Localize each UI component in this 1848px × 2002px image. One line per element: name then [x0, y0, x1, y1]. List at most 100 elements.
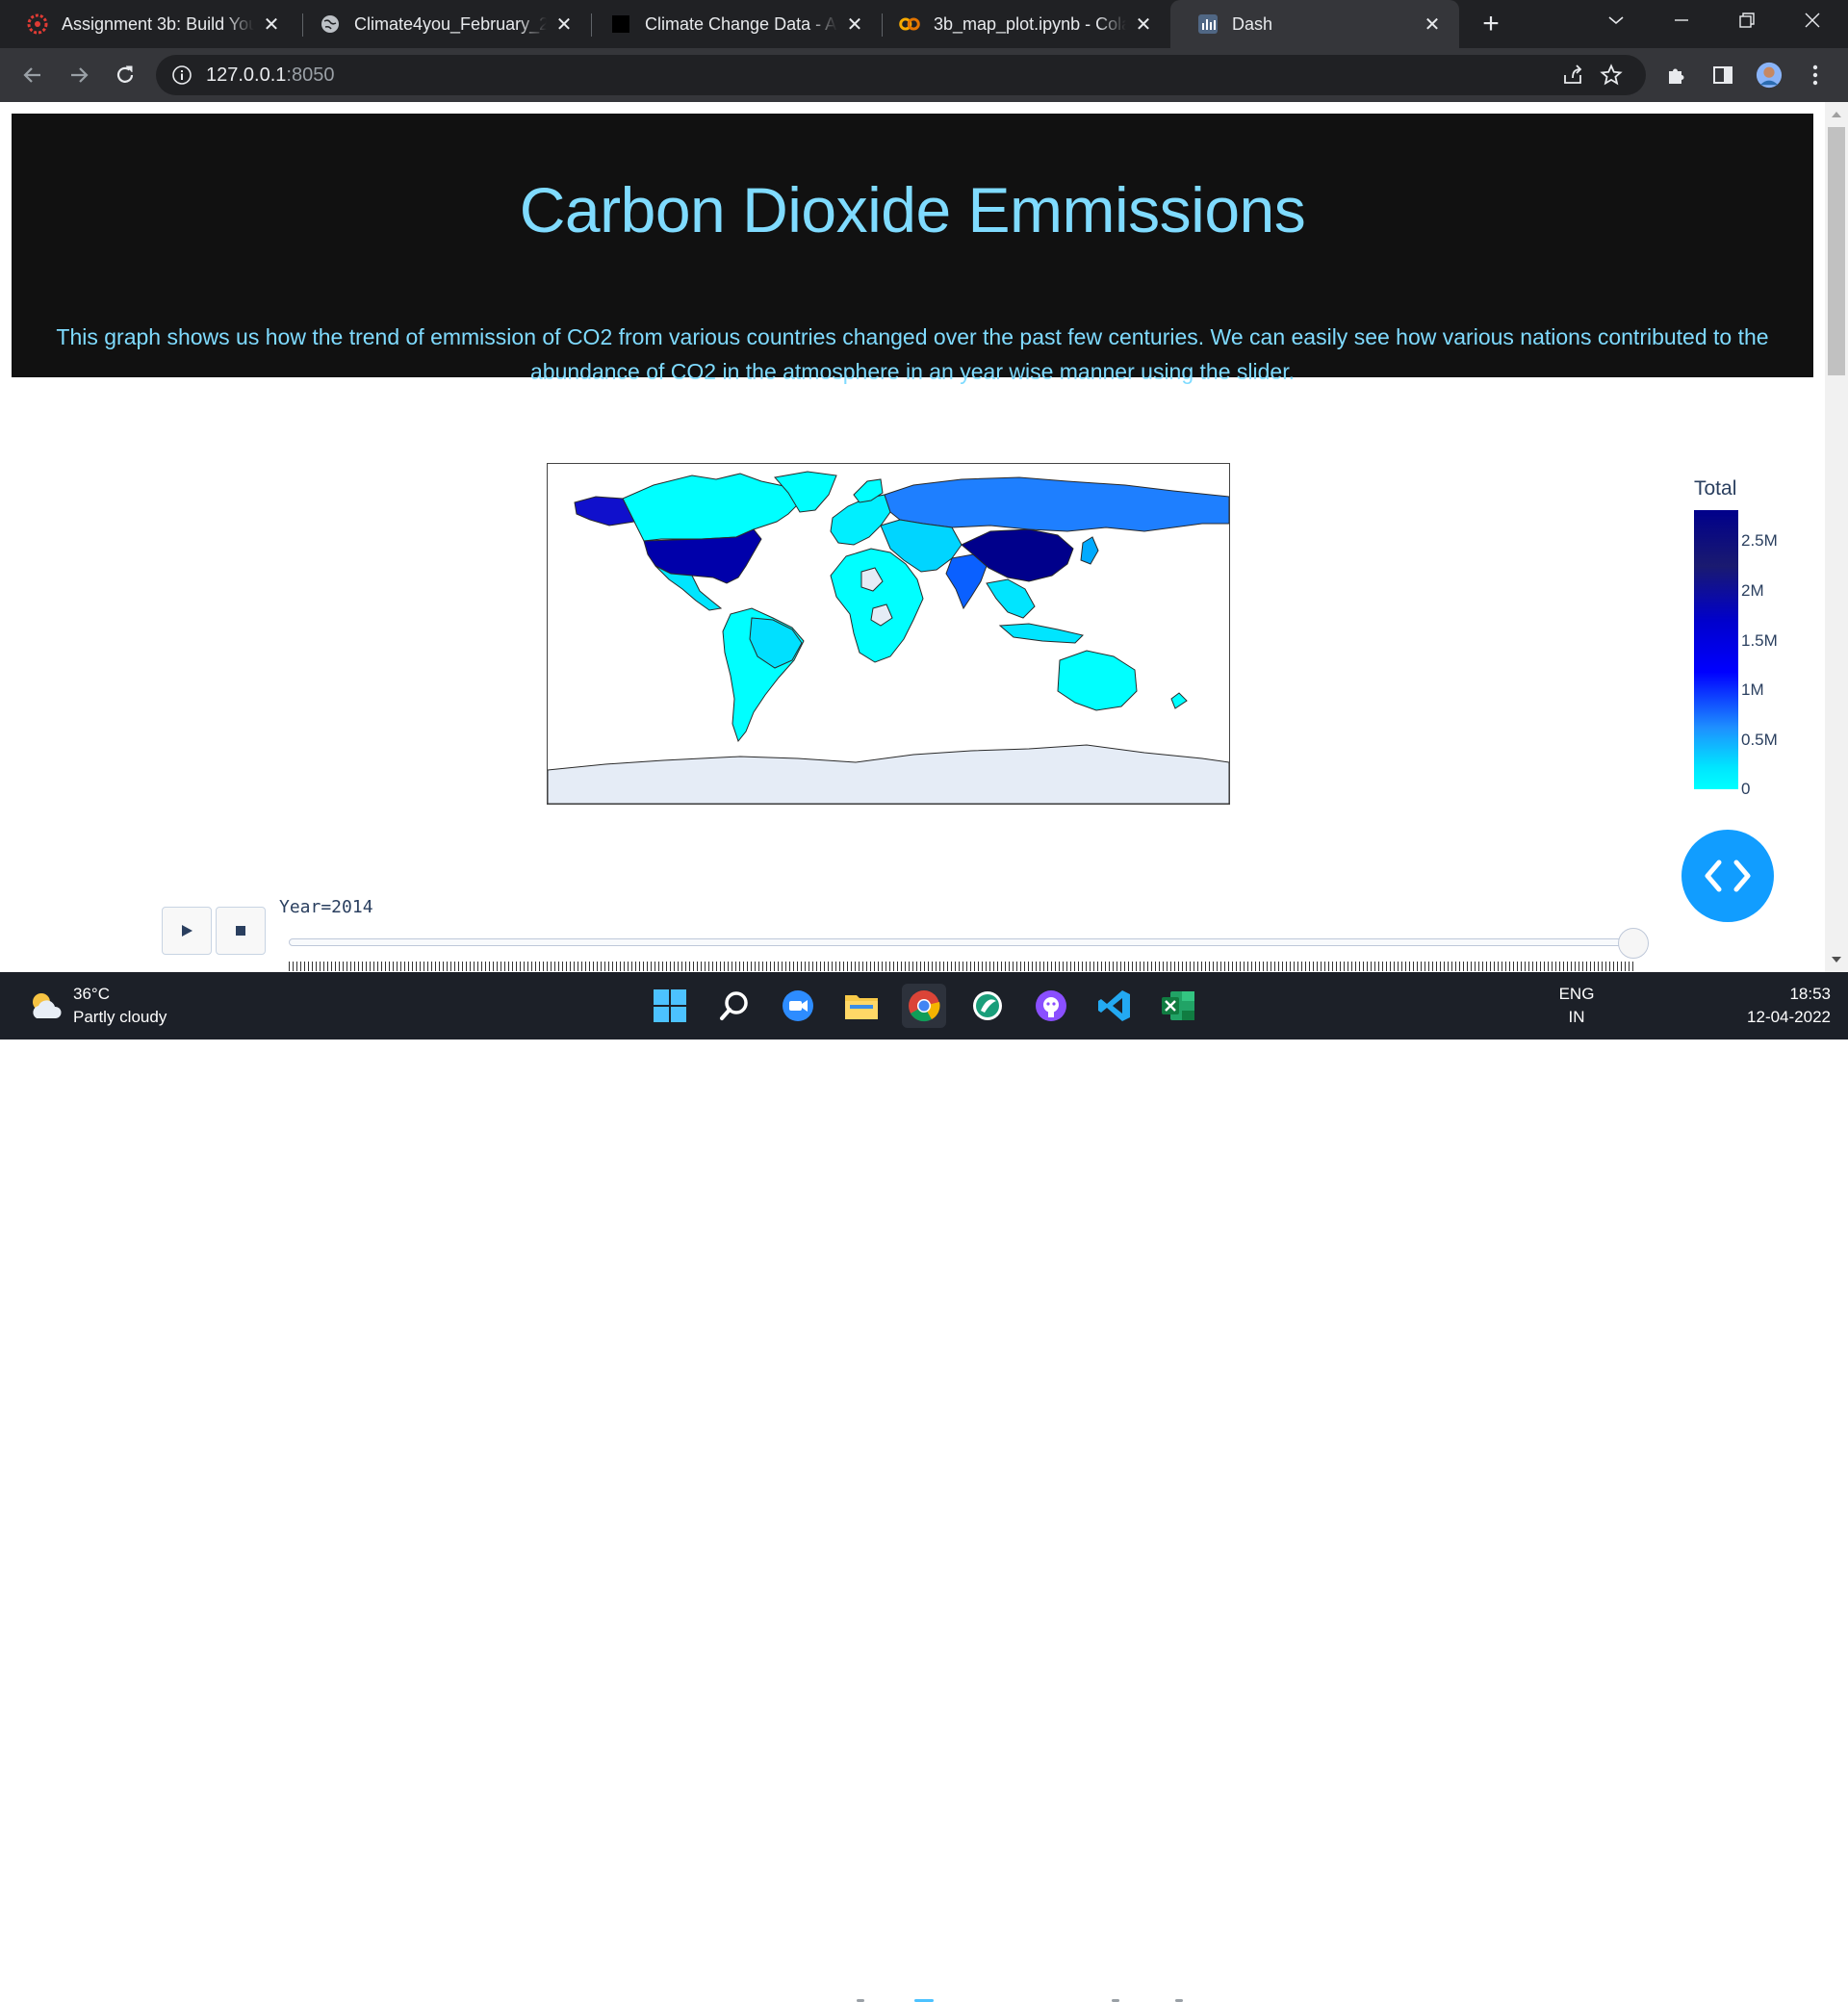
tab-strip: Assignment 3b: Build Your ✕ Climate4you_…	[0, 0, 1848, 48]
search-icon	[720, 991, 748, 1020]
colab-icon	[899, 13, 920, 35]
browser-toolbar: 127.0.0.1:8050	[0, 48, 1848, 102]
taskbar-excel[interactable]	[1156, 984, 1200, 1028]
region-indonesia	[998, 623, 1084, 644]
star-icon[interactable]	[1600, 64, 1623, 87]
close-icon	[1805, 13, 1820, 28]
tab-search-button[interactable]	[1586, 0, 1646, 40]
github-icon	[1036, 990, 1066, 1021]
wifi-icon[interactable]	[1617, 1964, 1642, 1989]
share-icon[interactable]	[1561, 64, 1584, 87]
close-tab-icon[interactable]: ✕	[552, 13, 576, 36]
forward-button[interactable]	[60, 56, 98, 94]
taskbar-chrome[interactable]	[902, 984, 946, 1028]
back-button[interactable]	[13, 56, 52, 94]
scroll-up-arrow[interactable]	[1829, 108, 1844, 121]
close-window-button[interactable]	[1783, 0, 1842, 40]
url-port: :8050	[286, 64, 335, 86]
taskbar-zoom[interactable]	[776, 984, 820, 1028]
taskbar-file-explorer[interactable]	[839, 984, 884, 1028]
tab-climate-change-data[interactable]: Climate Change Data - Aw ✕	[583, 0, 882, 48]
tab-assignment[interactable]: Assignment 3b: Build Your ✕	[0, 0, 298, 48]
menu-button[interactable]	[1802, 62, 1829, 89]
world-map-svg	[548, 471, 1229, 804]
minimize-icon	[1675, 19, 1688, 21]
year-slider-handle[interactable]	[1618, 928, 1649, 959]
volume-icon[interactable]	[1646, 1964, 1671, 1989]
year-slider-ticks	[289, 962, 1634, 971]
choropleth-map[interactable]	[547, 463, 1230, 805]
colorbar-tick-label: 2M	[1741, 581, 1764, 600]
region-canada	[622, 473, 801, 542]
colorbar-tick-label: 0	[1741, 780, 1751, 798]
play-button[interactable]	[162, 907, 212, 955]
region-indicator[interactable]: IN	[1553, 1008, 1600, 1027]
year-slider-rail[interactable]	[289, 938, 1634, 946]
side-panel-button[interactable]	[1709, 62, 1736, 89]
close-tab-icon[interactable]: ✕	[1421, 13, 1444, 36]
weather-temperature[interactable]: 36°C	[73, 985, 110, 1004]
folder-icon	[845, 995, 878, 1019]
restore-icon	[1739, 13, 1755, 28]
scroll-down-arrow[interactable]	[1829, 953, 1844, 966]
show-hidden-icons-button[interactable]	[1515, 1964, 1540, 1989]
dash-debug-button[interactable]	[1681, 830, 1774, 922]
close-tab-icon[interactable]: ✕	[1132, 13, 1155, 36]
page-header: Carbon Dioxide Emmissions This graph sho…	[12, 114, 1813, 384]
reload-icon	[116, 65, 134, 83]
taskbar: 36°C Partly cloudy ENG IN 18:53 12-04-20…	[0, 972, 1848, 2002]
page-description: This graph shows us how the trend of emm…	[56, 324, 1769, 384]
new-tab-button[interactable]: +	[1475, 8, 1507, 40]
chevron-down-icon	[1608, 16, 1624, 25]
address-bar[interactable]: 127.0.0.1:8050	[156, 55, 1646, 95]
stop-button[interactable]	[216, 907, 266, 955]
taskbar-browser-alt[interactable]	[965, 984, 1010, 1028]
page-title: Carbon Dioxide Emmissions	[519, 174, 1306, 245]
start-button[interactable]	[648, 984, 692, 1028]
globe-icon	[320, 13, 341, 35]
tab-climate4you[interactable]: Climate4you_February_2022 ✕	[293, 0, 591, 48]
taskbar-vscode[interactable]	[1092, 984, 1137, 1028]
weather-description[interactable]: Partly cloudy	[73, 1008, 167, 1027]
clock-time[interactable]: 18:53	[1723, 985, 1831, 1004]
reload-button[interactable]	[106, 56, 144, 94]
info-icon[interactable]	[171, 64, 192, 86]
colorbar	[1694, 510, 1738, 789]
triangle-down-icon	[1832, 957, 1841, 962]
scrollbar-thumb[interactable]	[1828, 127, 1845, 375]
tab-title: Assignment 3b: Build Your	[62, 13, 254, 34]
taskbar-github[interactable]	[1029, 984, 1073, 1028]
region-india	[945, 553, 988, 610]
triangle-up-icon	[1832, 112, 1841, 117]
search-button[interactable]	[712, 984, 757, 1028]
round-app-icon	[973, 991, 1002, 1020]
tab-colab[interactable]: 3b_map_plot.ipynb - Colab ✕	[872, 0, 1170, 48]
canvas-icon	[27, 13, 48, 35]
dash-icon	[1197, 13, 1219, 35]
tab-title: Dash	[1232, 13, 1273, 34]
extensions-button[interactable]	[1663, 62, 1690, 89]
clock-date[interactable]: 12-04-2022	[1723, 1008, 1831, 1027]
close-tab-icon[interactable]: ✕	[843, 13, 866, 36]
colorbar-tick-label: 0.5M	[1741, 731, 1778, 749]
tab-dash[interactable]: Dash ✕	[1170, 0, 1459, 48]
close-tab-icon[interactable]: ✕	[260, 13, 283, 36]
play-icon	[182, 925, 192, 937]
restore-button[interactable]	[1717, 0, 1777, 40]
code-brackets-icon	[1705, 860, 1751, 892]
page-viewport: Carbon Dioxide Emmissions This graph sho…	[0, 102, 1848, 972]
profile-button[interactable]	[1756, 62, 1783, 89]
battery-icon[interactable]	[1688, 1964, 1713, 1989]
language-indicator[interactable]: ENG	[1553, 985, 1600, 1004]
region-japan	[1080, 536, 1099, 565]
tab-title: Climate Change Data - Aw	[645, 13, 837, 34]
minimize-button[interactable]	[1652, 0, 1711, 40]
vscode-icon	[1098, 990, 1130, 1021]
tab-title: 3b_map_plot.ipynb - Colab	[934, 13, 1126, 34]
url-text[interactable]: 127.0.0.1:8050	[206, 64, 334, 87]
colorbar-tick-label: 1M	[1741, 680, 1764, 699]
region-new-zealand	[1170, 692, 1188, 709]
partly-cloudy-icon[interactable]	[27, 989, 65, 1024]
region-se-asia	[986, 578, 1036, 619]
region-antarctica	[548, 744, 1229, 804]
